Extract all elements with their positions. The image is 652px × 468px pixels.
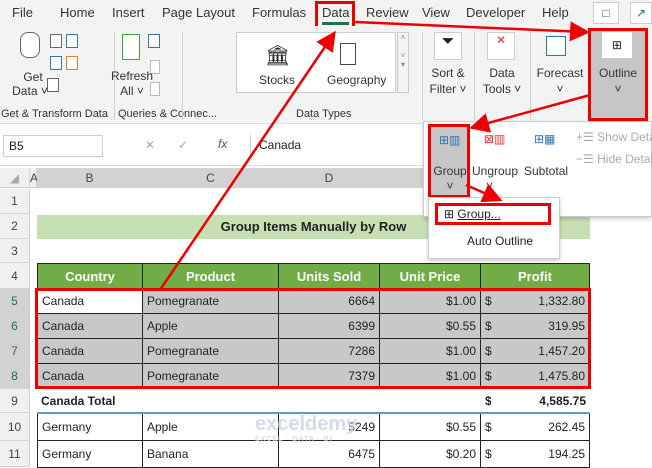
- arrow-group-to-menu: [465, 183, 503, 203]
- arrow-data-to-outline: [354, 20, 590, 42]
- arrow-outline-to-group: [469, 93, 591, 133]
- arrow-selection-to-data: [158, 30, 336, 291]
- annotation-arrows: [158, 20, 591, 291]
